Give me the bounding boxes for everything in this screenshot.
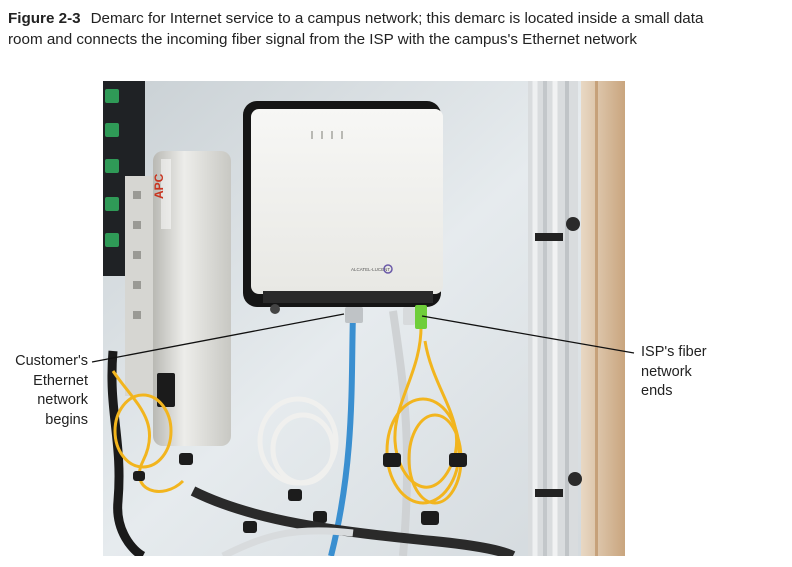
callout-left-line: Customer's [15,353,88,369]
ethernet-connector [345,307,363,323]
callout-left-line: Ethernet [33,372,88,389]
callout-isp-fiber: ISP's fiber network ends [641,343,751,402]
fiber-connector [415,305,427,329]
callout-right-line: network [641,363,692,380]
demarc-photo: APC ALCATEL-LUCENT [103,81,625,556]
fiber-modem: ALCATEL-LUCENT [243,101,443,314]
callout-right-line: ISP's fiber [641,344,707,360]
callout-left-line: begins [45,411,88,428]
figure-caption: Figure 2-3 Demarc for Internet service to… [8,8,708,50]
wood-trim [581,81,625,556]
figure-label: Figure 2-3 [8,10,81,27]
vertical-cable-bundle [528,81,582,556]
brand-logo: APC [152,173,166,199]
callout-customer-ethernet: Customer's Ethernet network begins [4,352,88,430]
figure-caption-text: Demarc for Internet service to a campus … [8,10,704,48]
callout-right-line: ends [641,383,673,399]
callout-left-line: network [37,392,88,408]
